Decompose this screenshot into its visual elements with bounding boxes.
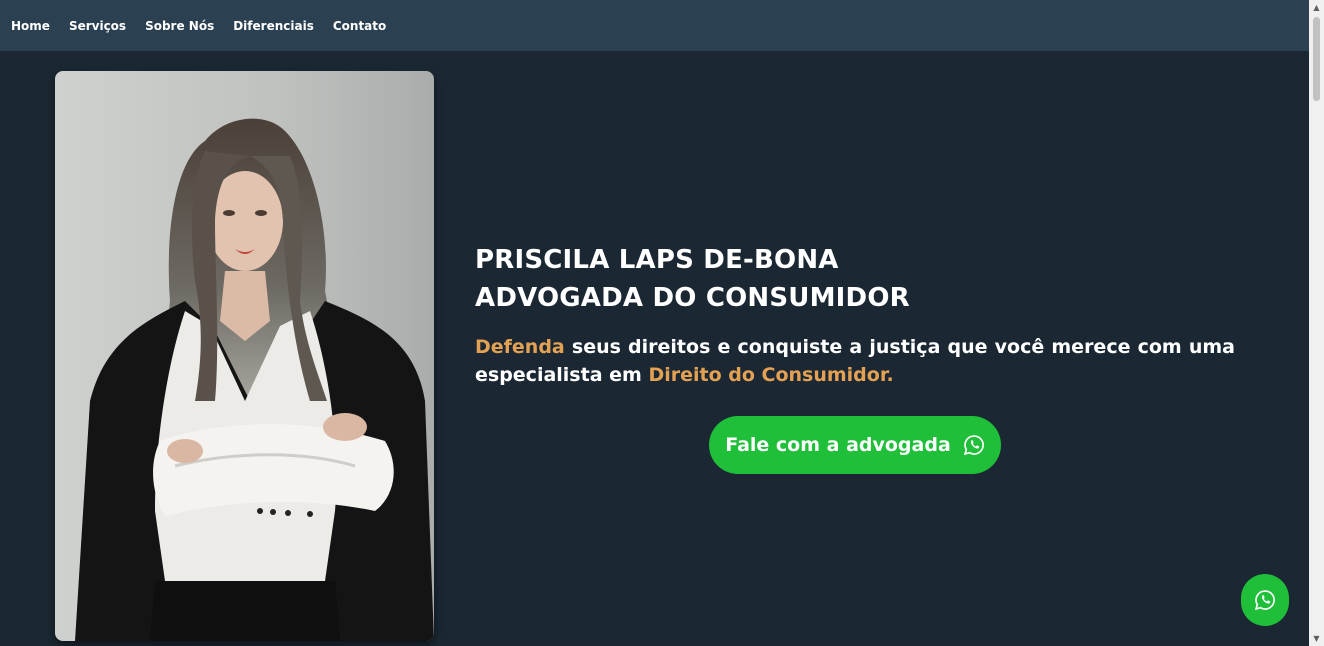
hero-lead: Defenda seus direitos e conquiste a just… [475,333,1235,389]
scroll-up-arrow-icon[interactable]: ▲ [1309,0,1324,15]
hero-title-line1: PRISCILA LAPS DE-BONA [475,245,839,275]
scroll-down-arrow-icon[interactable]: ▼ [1309,631,1324,646]
floating-whatsapp-button[interactable] [1241,574,1289,626]
contact-lawyer-button[interactable]: Fale com a advogada [709,416,1001,474]
whatsapp-icon [963,434,985,456]
nav-contato[interactable]: Contato [333,19,386,33]
nav-servicos[interactable]: Serviços [69,19,126,33]
cta-label: Fale com a advogada [725,434,951,456]
top-navbar: Home Serviços Sobre Nós Diferenciais Con… [0,0,1309,51]
lead-accent-defenda: Defenda [475,336,565,358]
vertical-scrollbar[interactable]: ▲ ▼ [1309,0,1324,646]
scrollbar-thumb[interactable] [1313,17,1320,101]
hero-title: PRISCILA LAPS DE-BONA ADVOGADA DO CONSUM… [475,241,1245,317]
whatsapp-icon [1254,589,1276,611]
nav-home[interactable]: Home [11,19,50,33]
nav-diferenciais[interactable]: Diferenciais [233,19,314,33]
hero-title-line2: ADVOGADA DO CONSUMIDOR [475,283,910,313]
nav-sobre-nos[interactable]: Sobre Nós [145,19,214,33]
lead-accent-direito: Direito do Consumidor. [648,364,894,386]
lawyer-portrait [55,71,434,641]
